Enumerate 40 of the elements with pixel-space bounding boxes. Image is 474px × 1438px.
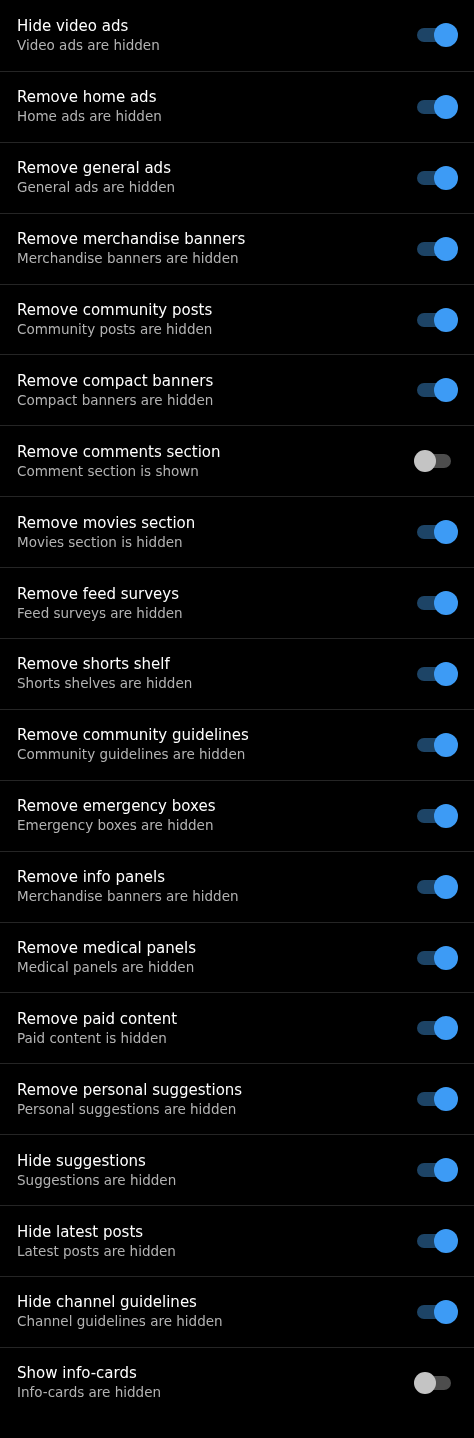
setting-title: Hide channel guidelines — [17, 1293, 198, 1312]
setting-title: Hide latest posts — [17, 1222, 145, 1241]
setting-description: Channel guidelines are hidden — [17, 1313, 223, 1331]
setting-title: Hide suggestions — [17, 1151, 147, 1170]
setting-description: Community guidelines are hidden — [17, 746, 247, 764]
setting-description: Latest posts are hidden — [17, 1242, 176, 1260]
setting-title: Remove merchandise banners — [17, 230, 246, 249]
setting-description: Merchandise banners are hidden — [17, 888, 239, 906]
setting-description: Merchandise banners are hidden — [17, 250, 240, 268]
setting-title: Remove feed surveys — [17, 584, 180, 603]
setting-description: Feed surveys are hidden — [17, 604, 183, 622]
setting-description: Paid content is hidden — [17, 1029, 168, 1047]
setting-title: Show info-cards — [17, 1364, 138, 1383]
setting-description: Info-cards are hidden — [17, 1384, 161, 1402]
setting-description: General ads are hidden — [17, 179, 176, 197]
setting-title: Remove home ads — [17, 88, 158, 107]
setting-description: Comment section is shown — [17, 462, 200, 480]
setting-title: Remove info panels — [17, 868, 166, 887]
setting-title: Remove personal suggestions — [17, 1080, 243, 1099]
setting-description: Movies section is hidden — [17, 533, 184, 551]
setting-title: Remove community posts — [17, 301, 213, 319]
setting-title: Hide video ads — [17, 16, 130, 35]
setting-description: Video ads are hidden — [17, 36, 160, 54]
setting-description: Community posts are hidden — [17, 321, 213, 338]
setting-title: Remove paid content — [17, 1009, 178, 1028]
setting-description: Emergency boxes are hidden — [17, 817, 215, 835]
setting-description: Personal suggestions are hidden — [17, 1100, 238, 1118]
setting-title: Remove medical panels — [17, 939, 196, 957]
setting-description: Home ads are hidden — [17, 108, 162, 126]
setting-description: Shorts shelves are hidden — [17, 675, 193, 693]
setting-title: Remove shorts shelf — [17, 655, 171, 674]
setting-description: Medical panels are hidden — [17, 959, 196, 976]
setting-title: Remove movies section — [17, 513, 196, 532]
setting-title: Remove emergency boxes — [17, 797, 216, 816]
setting-title: Remove general ads — [17, 159, 172, 178]
setting-title: Remove community guidelines — [17, 726, 249, 745]
setting-title: Remove comments section — [17, 442, 221, 461]
setting-title: Remove compact banners — [17, 371, 214, 390]
setting-description: Suggestions are hidden — [17, 1171, 177, 1189]
setting-description: Compact banners are hidden — [17, 391, 214, 409]
